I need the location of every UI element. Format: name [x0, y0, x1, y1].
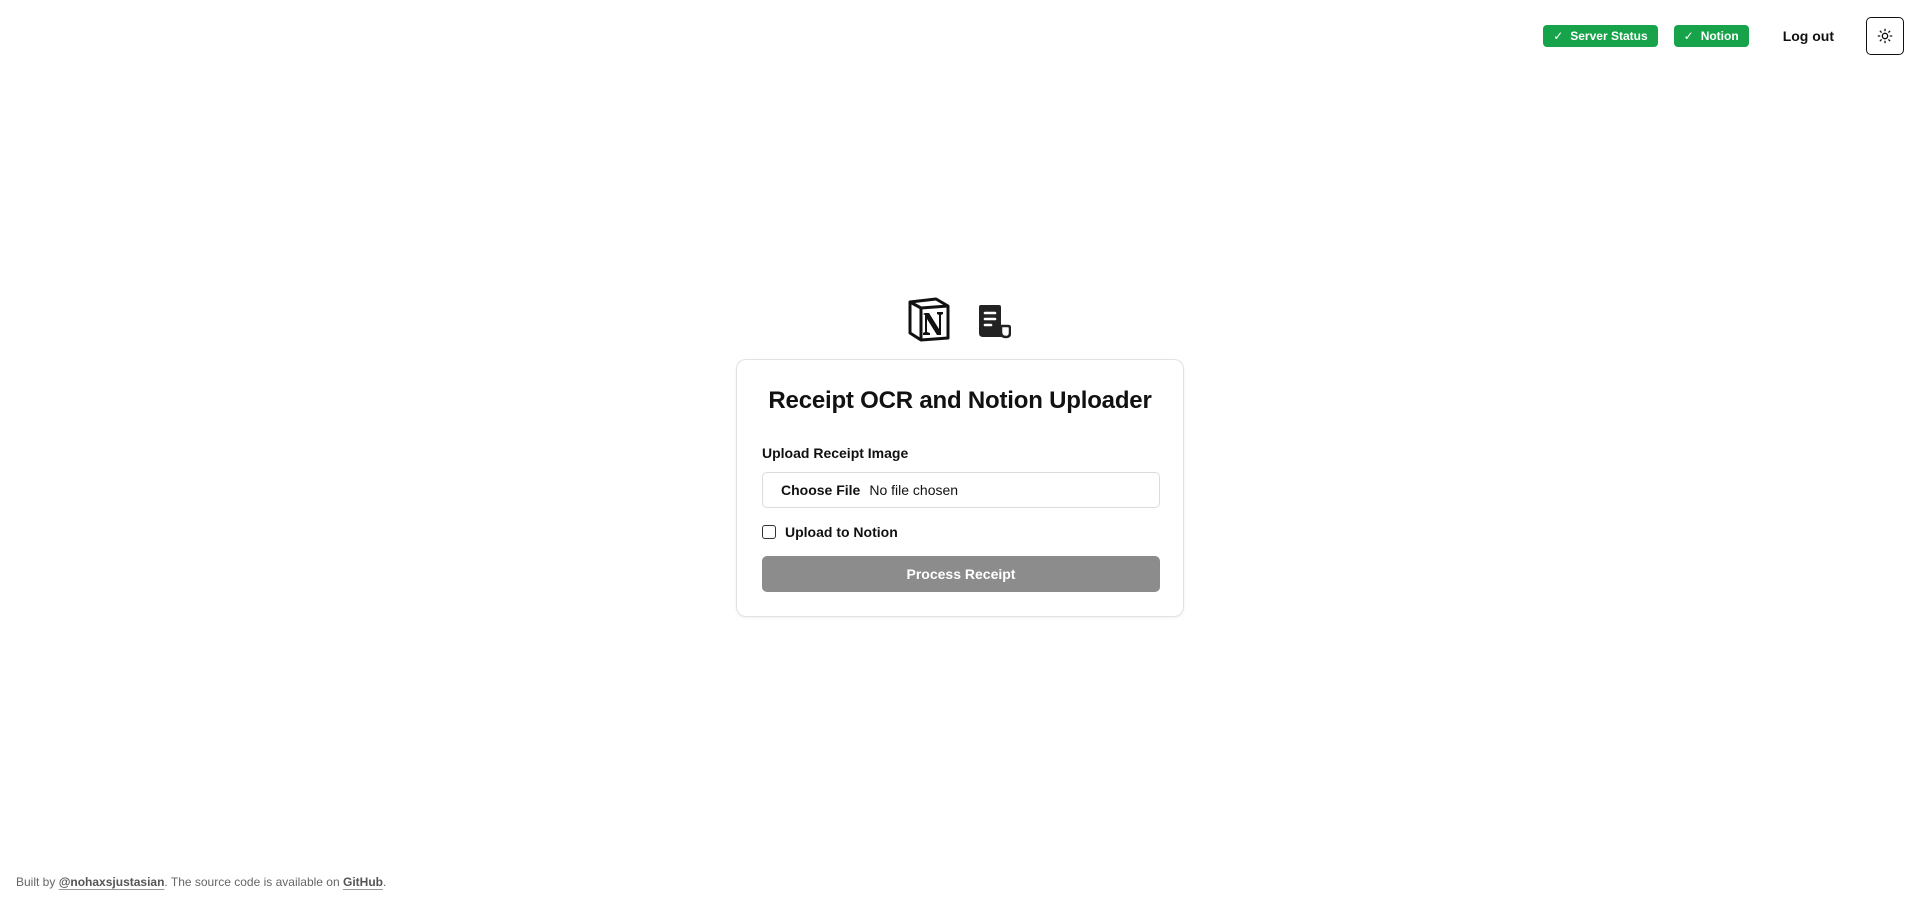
footer: Built by @nohaxsjustasian. The source co…: [16, 875, 386, 889]
notion-status-label: Notion: [1700, 29, 1739, 43]
footer-suffix: .: [382, 875, 387, 889]
page-title: Receipt OCR and Notion Uploader: [768, 387, 1152, 414]
theme-toggle-button[interactable]: [1866, 17, 1904, 55]
upload-receipt-label: Upload Receipt Image: [762, 445, 909, 461]
receipt-icon: [979, 305, 1011, 339]
process-receipt-button[interactable]: Process Receipt: [762, 556, 1160, 592]
server-status-label: Server Status: [1570, 29, 1648, 43]
author-link[interactable]: @nohaxsjustasian: [59, 875, 165, 889]
footer-prefix: Built by: [16, 875, 59, 889]
footer-middle: . The source code is available on: [164, 875, 343, 889]
notion-status-badge: ✓ Notion: [1673, 25, 1749, 47]
file-status-text: No file chosen: [869, 482, 959, 498]
choose-file-button[interactable]: Choose File: [781, 482, 860, 498]
server-status-badge: ✓ Server Status: [1543, 25, 1658, 47]
receipt-file-input[interactable]: Choose File No file chosen: [762, 472, 1160, 508]
page: ✓ Server Status ✓ Notion Log out Receipt…: [0, 0, 1918, 904]
github-link[interactable]: GitHub: [343, 875, 383, 889]
upload-card: Receipt OCR and Notion Uploader Upload R…: [736, 359, 1184, 617]
upload-to-notion-label[interactable]: Upload to Notion: [785, 524, 898, 540]
top-bar: ✓ Server Status ✓ Notion Log out: [1543, 17, 1904, 55]
check-icon: ✓: [1683, 29, 1694, 43]
upload-to-notion-checkbox[interactable]: [762, 525, 776, 539]
notion-logo-icon: [908, 297, 950, 342]
upload-to-notion-option[interactable]: Upload to Notion: [762, 524, 898, 540]
check-icon: ✓: [1553, 29, 1564, 43]
logout-button[interactable]: Log out: [1783, 28, 1834, 44]
app-logos: [906, 296, 1012, 342]
sun-icon: [1877, 28, 1893, 44]
